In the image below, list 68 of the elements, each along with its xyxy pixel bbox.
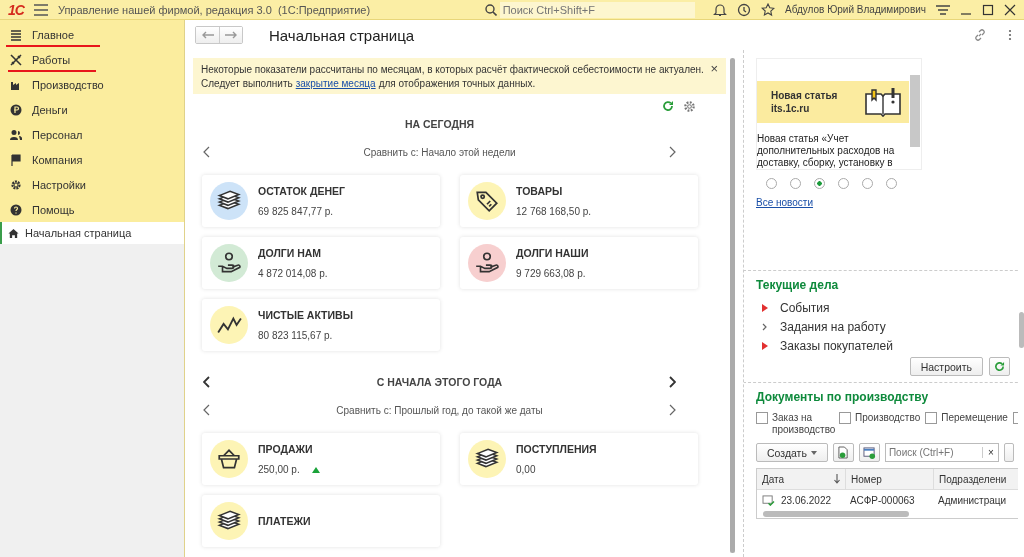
indicator-card[interactable]: ПОСТУПЛЕНИЯ 0,00 bbox=[460, 433, 698, 485]
indicator-card[interactable]: ПРОДАЖИ 250,00 р. bbox=[202, 433, 440, 485]
open-page-tab[interactable]: Начальная страница bbox=[0, 222, 184, 244]
sidebar-item[interactable]: Персонал bbox=[0, 122, 184, 147]
task-item[interactable]: События bbox=[762, 301, 1018, 315]
indicator-card[interactable]: ТОВАРЫ 12 768 168,50 р. bbox=[460, 175, 698, 227]
column-header[interactable]: Подразделени bbox=[933, 469, 1018, 489]
task-item[interactable]: Задания на работу bbox=[762, 320, 1018, 334]
news-text: Новая статья «Учет дополнительных расходов на доставку, сборку, установку в bbox=[757, 132, 896, 169]
section-title: Документы по производству bbox=[756, 390, 930, 404]
checkbox-label: Производство bbox=[855, 412, 921, 424]
user-name[interactable]: Абдулов Юрий Владимирович bbox=[785, 4, 926, 15]
card-title: ЧИСТЫЕ АКТИВЫ bbox=[258, 309, 353, 321]
search-field[interactable]: Поиск Ctrl+Shift+F bbox=[499, 1, 695, 18]
card-title: ДОЛГИ НАШИ bbox=[516, 247, 589, 259]
logo: 1С bbox=[8, 1, 24, 18]
card-title: ОСТАТОК ДЕНЕГ bbox=[258, 185, 345, 197]
card-title: ТОВАРЫ bbox=[516, 185, 564, 197]
section-title: С НАЧАЛА ЭТОГО ГОДА bbox=[376, 376, 503, 388]
column-header[interactable]: Дата bbox=[757, 469, 845, 489]
card-value: 9 729 663,08 р. bbox=[516, 268, 586, 279]
indicator-card[interactable]: ДОЛГИ НАМ 4 872 014,08 р. bbox=[202, 237, 440, 289]
sidebar-item[interactable]: Работы bbox=[0, 47, 184, 72]
sidebar-item[interactable]: Помощь bbox=[0, 197, 184, 222]
card-title: ПРОДАЖИ bbox=[258, 443, 314, 455]
configure-button[interactable]: Настроить bbox=[909, 357, 983, 376]
card-value: 12 768 168,50 р. bbox=[516, 206, 592, 217]
table-cell: 23.06.2022 bbox=[781, 494, 832, 506]
table-cell: АСФР-000063 bbox=[850, 494, 915, 506]
checkbox-label: Заказ на производство bbox=[772, 412, 834, 436]
indicator-card[interactable]: ПЛАТЕЖИ bbox=[202, 495, 440, 547]
notice-text: для отображения точных данных. bbox=[378, 77, 536, 91]
sidebar-item[interactable]: Деньги bbox=[0, 97, 184, 122]
column-header[interactable]: Номер bbox=[845, 469, 933, 489]
notice-text: Следует выполнить bbox=[201, 77, 293, 91]
window-title: Управление нашей фирмой, редакция 3.0 (1С:Предприятие) bbox=[57, 3, 372, 16]
card-title: ПЛАТЕЖИ bbox=[258, 515, 311, 527]
close-button[interactable]: × bbox=[710, 63, 718, 91]
search-field[interactable]: Поиск (Ctrl+F) × bbox=[884, 443, 999, 462]
card-title: ДОЛГИ НАМ bbox=[258, 247, 323, 259]
banner-title: Новая статья its.1c.ru bbox=[771, 89, 838, 115]
compare-period[interactable]: Сравнить с: Прошлый год, до такой же даты bbox=[336, 404, 543, 416]
sidebar-item[interactable]: Главное bbox=[0, 22, 184, 47]
card-value: 69 825 847,77 р. bbox=[258, 206, 334, 217]
indicator-card[interactable]: ДОЛГИ НАШИ 9 729 663,08 р. bbox=[460, 237, 698, 289]
card-value: 250,00 р. bbox=[258, 464, 300, 475]
create-button[interactable]: Создать bbox=[756, 443, 828, 462]
compare-period[interactable]: Сравнить с: Начало этой недели bbox=[363, 146, 516, 158]
indicator-card[interactable]: ОСТАТОК ДЕНЕГ 69 825 847,77 р. bbox=[202, 175, 440, 227]
sidebar-item[interactable]: Производство bbox=[0, 72, 184, 97]
clear-button[interactable]: × bbox=[981, 447, 999, 458]
table-cell: Администраци bbox=[938, 494, 1007, 506]
news-banner[interactable]: Новая статья its.1c.ru bbox=[757, 81, 909, 123]
card-value: 4 872 014,08 р. bbox=[258, 268, 328, 279]
page-title: Начальная страница bbox=[269, 26, 416, 44]
notice-text: Некоторые показатели рассчитаны по месяцам, в которых расчёт фактической себестоимости не актуален. bbox=[201, 64, 704, 75]
section-title: НА СЕГОДНЯ bbox=[404, 118, 475, 130]
checkbox-label: Перемещение bbox=[941, 412, 1008, 424]
indicator-card[interactable]: ЧИСТЫЕ АКТИВЫ 80 823 115,67 р. bbox=[202, 299, 440, 351]
card-value: 80 823 115,67 р. bbox=[258, 330, 333, 341]
month-close-link[interactable]: закрытие месяца bbox=[295, 77, 376, 91]
all-news-link[interactable]: Все новости bbox=[756, 197, 1018, 208]
card-value: 0,00 bbox=[516, 464, 536, 475]
sidebar-item[interactable]: Компания bbox=[0, 147, 184, 172]
section-title: Текущие дела bbox=[756, 278, 840, 292]
task-item[interactable]: Заказы покупателей bbox=[762, 339, 1018, 353]
card-title: ПОСТУПЛЕНИЯ bbox=[516, 443, 597, 455]
sidebar-item[interactable]: Настройки bbox=[0, 172, 184, 197]
